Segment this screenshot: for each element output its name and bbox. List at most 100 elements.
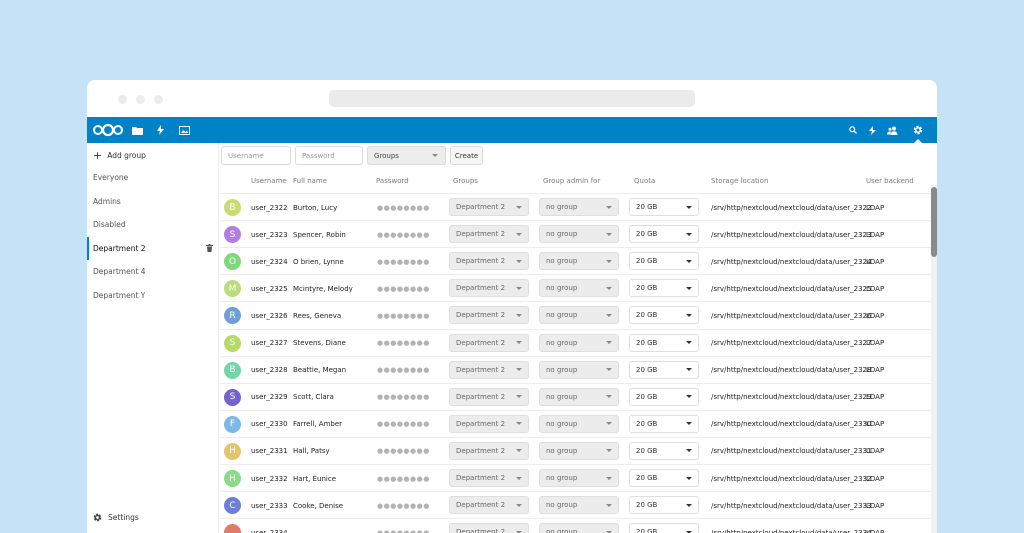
window-minimize-dot[interactable] <box>136 95 145 104</box>
files-icon[interactable] <box>130 117 144 143</box>
quota-select[interactable]: 20 GB <box>629 469 699 487</box>
sidebar-item-disabled[interactable]: Disabled <box>87 213 219 236</box>
groups-select[interactable]: Department 2 <box>449 333 529 352</box>
group-admin-select[interactable]: no group <box>539 387 619 406</box>
header-fullname[interactable]: Full name <box>293 177 327 185</box>
sidebar-item-department-4[interactable]: Department 4 <box>87 260 219 283</box>
address-bar[interactable] <box>329 90 695 107</box>
group-admin-select[interactable]: no group <box>539 496 619 515</box>
groups-select[interactable]: Department 2 <box>449 469 529 487</box>
password-cell[interactable]: ●●●●●●●● <box>377 411 430 438</box>
group-admin-select[interactable]: no group <box>539 441 619 460</box>
groups-select[interactable]: Department 2 <box>449 441 529 460</box>
password-cell[interactable]: ●●●●●●●● <box>377 275 430 302</box>
table-row[interactable]: H user_2331 Hall, Patsy ●●●●●●●● Departm… <box>220 436 932 465</box>
table-row[interactable]: B user_2322 Burton, Lucy ●●●●●●●● Depart… <box>220 193 932 220</box>
fullname-cell[interactable]: Farrell, Amber <box>293 411 342 438</box>
scrollbar[interactable] <box>931 185 937 533</box>
fullname-cell[interactable]: Hart, Eunice <box>293 465 336 492</box>
groups-select[interactable]: Department 2 <box>449 306 529 325</box>
table-row[interactable]: O user_2324 O brien, Lynne ●●●●●●●● Depa… <box>220 247 932 274</box>
group-admin-select[interactable]: no group <box>539 523 619 533</box>
password-cell[interactable]: ●●●●●●●● <box>377 302 430 329</box>
password-cell[interactable]: ●●●●●●●● <box>377 519 430 533</box>
fullname-cell[interactable]: Hall, Patsy <box>293 438 330 465</box>
password-cell[interactable]: ●●●●●●●● <box>377 492 430 519</box>
group-admin-select[interactable]: no group <box>539 360 619 379</box>
password-cell[interactable]: ●●●●●●●● <box>377 384 430 411</box>
table-row[interactable]: H user_2332 Hart, Eunice ●●●●●●●● Depart… <box>220 464 932 491</box>
table-row[interactable]: F user_2330 Farrell, Amber ●●●●●●●● Depa… <box>220 409 932 438</box>
fullname-cell[interactable]: O brien, Lynne <box>293 248 344 275</box>
password-cell[interactable]: ●●●●●●●● <box>377 248 430 275</box>
group-admin-select[interactable]: no group <box>539 225 619 244</box>
group-admin-select[interactable]: no group <box>539 198 619 216</box>
fullname-cell[interactable]: Stevens, Diane <box>293 330 346 357</box>
table-row[interactable]: C user_2333 Cooke, Denise ●●●●●●●● Depar… <box>220 491 932 518</box>
new-user-groups-select[interactable]: Groups <box>367 146 446 165</box>
notifications-icon[interactable] <box>866 117 878 143</box>
password-cell[interactable]: ●●●●●●●● <box>377 438 430 465</box>
table-row[interactable]: user_2334 ●●●●●●●● Department 2 no group… <box>220 518 932 533</box>
fullname-cell[interactable]: Burton, Lucy <box>293 194 337 221</box>
sidebar-settings-button[interactable]: Settings <box>93 513 139 522</box>
scrollbar-thumb[interactable] <box>931 187 937 257</box>
groups-select[interactable]: Department 2 <box>449 279 529 298</box>
group-admin-select[interactable]: no group <box>539 333 619 352</box>
groups-select[interactable]: Department 2 <box>449 360 529 379</box>
new-password-input[interactable]: Password <box>295 146 363 165</box>
groups-select[interactable]: Department 2 <box>449 387 529 406</box>
groups-select[interactable]: Department 2 <box>449 414 529 433</box>
sidebar-item-admins[interactable]: Admins <box>87 190 219 213</box>
groups-select[interactable]: Department 2 <box>449 198 529 216</box>
password-cell[interactable]: ●●●●●●●● <box>377 221 430 248</box>
password-cell[interactable]: ●●●●●●●● <box>377 465 430 492</box>
groups-select[interactable]: Department 2 <box>449 252 529 271</box>
window-close-dot[interactable] <box>118 95 127 104</box>
header-username[interactable]: Username <box>251 177 287 185</box>
password-cell[interactable]: ●●●●●●●● <box>377 357 430 384</box>
contacts-icon[interactable] <box>885 117 899 143</box>
quota-select[interactable]: 20 GB <box>629 414 699 433</box>
fullname-cell[interactable]: Rees, Geneva <box>293 302 341 329</box>
quota-select[interactable]: 20 GB <box>629 496 699 515</box>
fullname-cell[interactable]: Beattie, Megan <box>293 357 346 384</box>
password-cell[interactable]: ●●●●●●●● <box>377 194 430 221</box>
group-admin-select[interactable]: no group <box>539 414 619 433</box>
password-cell[interactable]: ●●●●●●●● <box>377 330 430 357</box>
quota-select[interactable]: 20 GB <box>629 306 699 325</box>
quota-select[interactable]: 20 GB <box>629 252 699 271</box>
group-admin-select[interactable]: no group <box>539 306 619 325</box>
new-username-input[interactable]: Username <box>221 146 291 165</box>
sidebar-item-everyone[interactable]: Everyone <box>87 166 219 189</box>
trash-icon[interactable] <box>206 244 213 254</box>
create-user-button[interactable]: Create <box>450 146 483 165</box>
groups-select[interactable]: Department 2 <box>449 225 529 244</box>
fullname-cell[interactable]: Cooke, Denise <box>293 492 343 519</box>
search-icon[interactable] <box>847 117 859 143</box>
quota-select[interactable]: 20 GB <box>629 441 699 460</box>
group-admin-select[interactable]: no group <box>539 279 619 298</box>
quota-select[interactable]: 20 GB <box>629 279 699 298</box>
quota-select[interactable]: 20 GB <box>629 225 699 244</box>
window-maximize-dot[interactable] <box>154 95 163 104</box>
fullname-cell[interactable]: Mcintyre, Melody <box>293 275 353 302</box>
quota-select[interactable]: 20 GB <box>629 333 699 352</box>
quota-select[interactable]: 20 GB <box>629 198 699 216</box>
table-row[interactable]: S user_2327 Stevens, Diane ●●●●●●●● Depa… <box>220 328 932 357</box>
table-row[interactable]: B user_2328 Beattie, Megan ●●●●●●●● Depa… <box>220 355 932 384</box>
groups-select[interactable]: Department 2 <box>449 496 529 515</box>
fullname-cell[interactable]: Spencer, Robin <box>293 221 346 248</box>
quota-select[interactable]: 20 GB <box>629 360 699 379</box>
group-admin-select[interactable]: no group <box>539 252 619 271</box>
table-row[interactable]: S user_2323 Spencer, Robin ●●●●●●●● Depa… <box>220 220 932 247</box>
table-row[interactable]: S user_2329 Scott, Clara ●●●●●●●● Depart… <box>220 382 932 411</box>
groups-select[interactable]: Department 2 <box>449 523 529 533</box>
quota-select[interactable]: 20 GB <box>629 523 699 533</box>
table-row[interactable]: R user_2326 Rees, Geneva ●●●●●●●● Depart… <box>220 301 932 328</box>
activity-icon[interactable] <box>154 117 166 143</box>
header-quota[interactable]: Quota <box>634 177 655 185</box>
gallery-icon[interactable] <box>177 117 191 143</box>
group-admin-select[interactable]: no group <box>539 469 619 487</box>
add-group-button[interactable]: + Add group <box>93 149 146 161</box>
